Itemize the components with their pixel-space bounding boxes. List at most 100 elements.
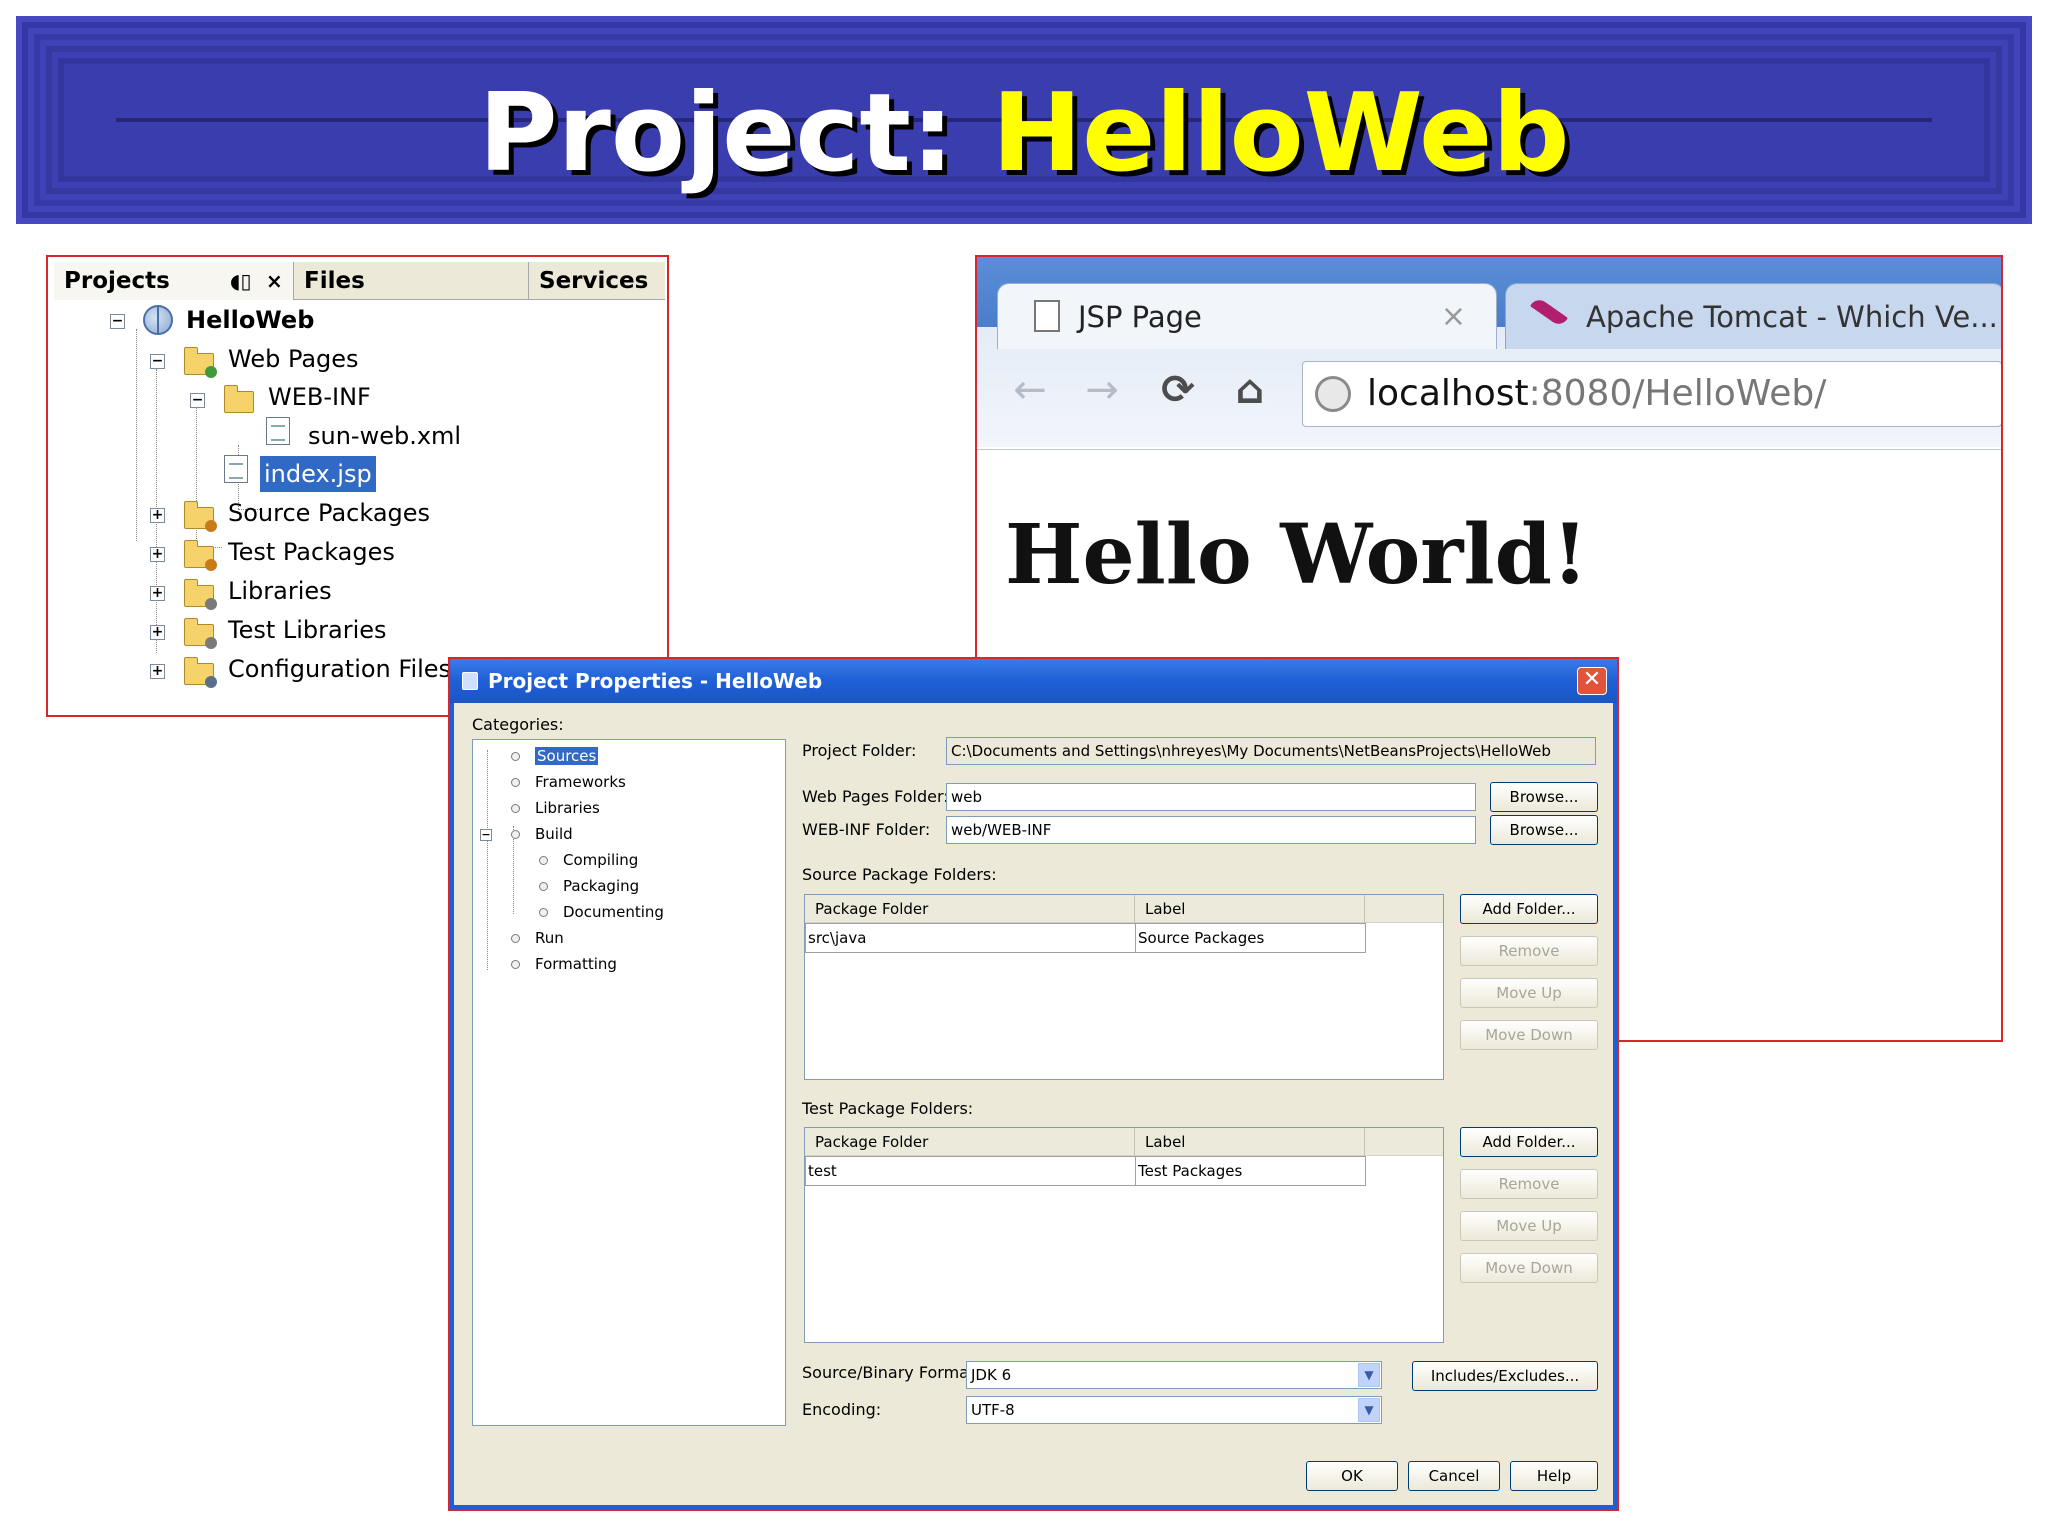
category-sources[interactable]: Sources	[535, 745, 599, 767]
folder-icon	[184, 657, 217, 688]
url-text: localhost:8080/HelloWeb/	[1367, 362, 1826, 426]
tree-item-label: Libraries	[228, 577, 332, 605]
browse-web-inf-button[interactable]: Browse...	[1490, 815, 1598, 845]
tree-item-helloweb[interactable]: HelloWeb	[182, 302, 318, 338]
chevron-down-icon[interactable]: ▼	[1358, 1398, 1380, 1422]
tree-item-test-libraries[interactable]: Test Libraries	[224, 612, 391, 648]
tab-files[interactable]: Files	[294, 262, 529, 300]
browser-tab-label: Apache Tomcat - Which Ve...	[1586, 300, 1998, 334]
table-header: Package Folder Label	[805, 895, 1443, 923]
table-cell-package-folder[interactable]: src\java	[805, 923, 1136, 953]
column-header-package-folder[interactable]: Package Folder	[805, 895, 1135, 923]
dialog-title: Project Properties - HelloWeb	[488, 669, 823, 693]
project-properties-dialog: Project Properties - HelloWeb ✕ Categori…	[448, 657, 1619, 1511]
move-up-test-folder-button[interactable]: Move Up	[1460, 1211, 1598, 1241]
source-binary-format-value: JDK 6	[971, 1366, 1012, 1384]
browser-chrome: Apache Tomcat - Which Ve... JSP Page × ←…	[977, 257, 2001, 447]
cancel-button[interactable]: Cancel	[1408, 1461, 1500, 1491]
category-bullet-icon	[511, 934, 520, 943]
move-down-test-folder-button[interactable]: Move Down	[1460, 1253, 1598, 1283]
url-path: :8080/HelloWeb/	[1528, 373, 1827, 414]
column-header-label[interactable]: Label	[1135, 1128, 1365, 1156]
remove-source-folder-button[interactable]: Remove	[1460, 936, 1598, 966]
category-compiling[interactable]: Compiling	[563, 849, 638, 871]
encoding-select[interactable]: UTF-8 ▼	[966, 1396, 1382, 1424]
dialog-close-button[interactable]: ✕	[1577, 667, 1607, 695]
categories-label: Categories:	[472, 715, 564, 734]
move-up-source-folder-button[interactable]: Move Up	[1460, 978, 1598, 1008]
tree-line	[487, 750, 488, 970]
category-bullet-icon	[511, 804, 520, 813]
browser-tab-tomcat[interactable]: Apache Tomcat - Which Ve...	[1505, 283, 2001, 349]
category-bullet-icon	[511, 752, 520, 761]
includes-excludes-button[interactable]: Includes/Excludes...	[1412, 1361, 1598, 1391]
source-package-folders-label: Source Package Folders:	[802, 865, 997, 884]
table-cell-label[interactable]: Source Packages	[1135, 923, 1366, 953]
category-packaging[interactable]: Packaging	[563, 875, 639, 897]
tab-files-label: Files	[304, 268, 365, 294]
web-inf-folder-field[interactable]: web/WEB-INF	[946, 816, 1476, 844]
minimize-icon[interactable]: ◖▯	[230, 262, 252, 300]
column-header-package-folder[interactable]: Package Folder	[805, 1128, 1135, 1156]
folder-icon	[184, 501, 217, 532]
home-icon[interactable]: ⌂	[1225, 365, 1275, 415]
browser-tab-label: JSP Page	[1078, 300, 1202, 334]
browse-web-pages-button[interactable]: Browse...	[1490, 782, 1598, 812]
table-cell-label[interactable]: Test Packages	[1135, 1156, 1366, 1186]
tree-item-index-jsp[interactable]: index.jsp	[259, 455, 377, 493]
tree-item-libraries[interactable]: Libraries	[224, 573, 336, 609]
project-folder-field[interactable]: C:\Documents and Settings\nhreyes\My Doc…	[946, 737, 1596, 765]
ok-button[interactable]: OK	[1306, 1461, 1398, 1491]
category-formatting[interactable]: Formatting	[535, 953, 617, 975]
tab-projects[interactable]: Projects ◖▯ ×	[54, 262, 294, 300]
collapse-icon[interactable]: −	[190, 393, 205, 408]
source-binary-format-select[interactable]: JDK 6 ▼	[966, 1361, 1382, 1389]
forward-arrow-icon[interactable]: →	[1077, 365, 1127, 415]
expand-icon[interactable]: +	[150, 625, 165, 640]
browser-tab-jsp-page[interactable]: JSP Page ×	[997, 283, 1497, 349]
category-documenting[interactable]: Documenting	[563, 901, 664, 923]
reload-icon[interactable]: ⟳	[1153, 365, 1203, 415]
category-run[interactable]: Run	[535, 927, 564, 949]
collapse-icon[interactable]: −	[150, 354, 165, 369]
close-tab-icon[interactable]: ×	[1441, 284, 1466, 350]
dialog-titlebar: Project Properties - HelloWeb ✕	[450, 659, 1617, 703]
expand-icon[interactable]: +	[150, 586, 165, 601]
expand-icon[interactable]: +	[150, 508, 165, 523]
remove-test-folder-button[interactable]: Remove	[1460, 1169, 1598, 1199]
tree-item-web-pages[interactable]: Web Pages	[224, 341, 363, 377]
expand-icon[interactable]: +	[150, 547, 165, 562]
table-cell-package-folder[interactable]: test	[805, 1156, 1136, 1186]
back-arrow-icon[interactable]: ←	[1005, 365, 1055, 415]
tree-item-source-packages[interactable]: Source Packages	[224, 495, 434, 531]
hello-world-heading: Hello World!	[1005, 507, 1588, 603]
tree-item-web-inf[interactable]: WEB-INF	[264, 379, 375, 415]
url-host: localhost	[1367, 373, 1529, 414]
source-binary-format-label: Source/Binary Format:	[802, 1363, 981, 1382]
address-bar[interactable]: localhost:8080/HelloWeb/	[1302, 361, 2001, 427]
tree-item-test-packages[interactable]: Test Packages	[224, 534, 399, 570]
tree-item-sun-web-xml[interactable]: sun-web.xml	[304, 418, 465, 454]
expand-icon[interactable]: +	[150, 664, 165, 679]
tab-services[interactable]: Services	[529, 262, 665, 300]
close-icon[interactable]: ×	[266, 262, 283, 300]
xml-file-icon	[266, 417, 290, 445]
help-button[interactable]: Help	[1510, 1461, 1598, 1491]
tab-projects-label: Projects	[64, 268, 170, 294]
category-build[interactable]: Build	[535, 823, 573, 845]
encoding-value: UTF-8	[971, 1401, 1015, 1419]
category-libraries[interactable]: Libraries	[535, 797, 600, 819]
column-header-label[interactable]: Label	[1135, 895, 1365, 923]
category-frameworks[interactable]: Frameworks	[535, 771, 626, 793]
chevron-down-icon[interactable]: ▼	[1358, 1363, 1380, 1387]
tree-item-configuration-files[interactable]: Configuration Files	[224, 651, 455, 687]
collapse-icon[interactable]: −	[110, 314, 125, 329]
add-test-folder-button[interactable]: Add Folder...	[1460, 1127, 1598, 1157]
add-source-folder-button[interactable]: Add Folder...	[1460, 894, 1598, 924]
site-info-icon[interactable]	[1315, 376, 1351, 412]
tree-line	[136, 329, 137, 541]
collapse-icon[interactable]: −	[480, 829, 492, 841]
category-label: Run	[535, 929, 564, 947]
move-down-source-folder-button[interactable]: Move Down	[1460, 1020, 1598, 1050]
web-pages-folder-field[interactable]: web	[946, 783, 1476, 811]
